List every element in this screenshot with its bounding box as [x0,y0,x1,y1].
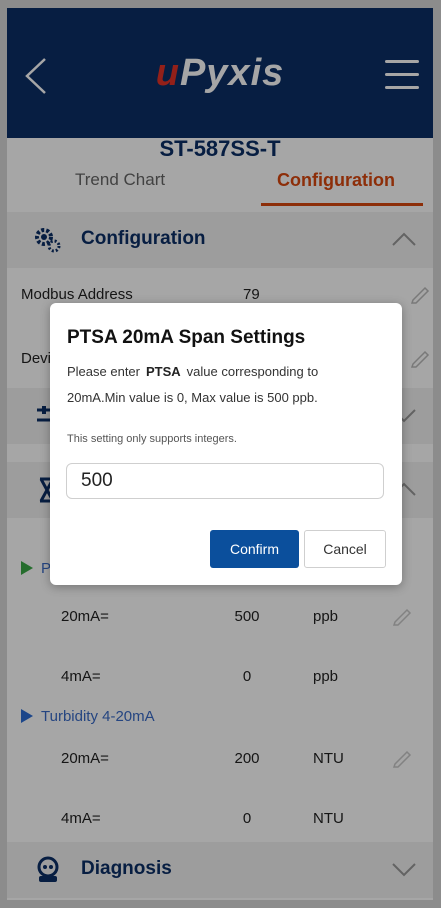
span-value-input[interactable] [66,463,384,499]
dialog-note: This setting only supports integers. [67,433,237,445]
cancel-button[interactable]: Cancel [304,530,386,568]
dialog-title: PTSA 20mA Span Settings [67,327,306,348]
span-settings-dialog: PTSA 20mA Span Settings Please enter PTSA… [50,303,402,585]
dialog-prompt: Please enter PTSA value corresponding to [67,364,319,379]
confirm-button[interactable]: Confirm [210,530,299,568]
dialog-param: PTSA [146,364,181,379]
dialog-range-text: 20mA.Min value is 0, Max value is 500 pp… [67,390,318,405]
